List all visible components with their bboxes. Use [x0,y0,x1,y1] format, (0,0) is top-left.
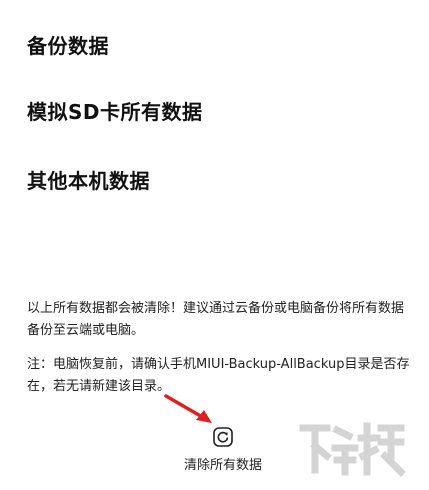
clear-all-data-label: 清除所有数据 [183,458,262,473]
option-backup-data: 备份数据 [27,34,109,58]
warning-text: 以上所有数据都会被清除！建议通过云备份或电脑备份将所有数据备份至云端或电脑。 [27,301,405,338]
reset-icon [213,427,233,447]
watermark-logo [299,422,406,477]
clear-all-data-button[interactable]: 清除所有数据 [168,424,278,474]
note-text: 注：电脑恢复前，请确认手机MIUI-Backup-AllBackup目录是否存在… [27,357,410,394]
option-other-local-data: 其他本机数据 [27,169,150,193]
option-sd-card-data: 模拟SD卡所有数据 [27,100,203,124]
